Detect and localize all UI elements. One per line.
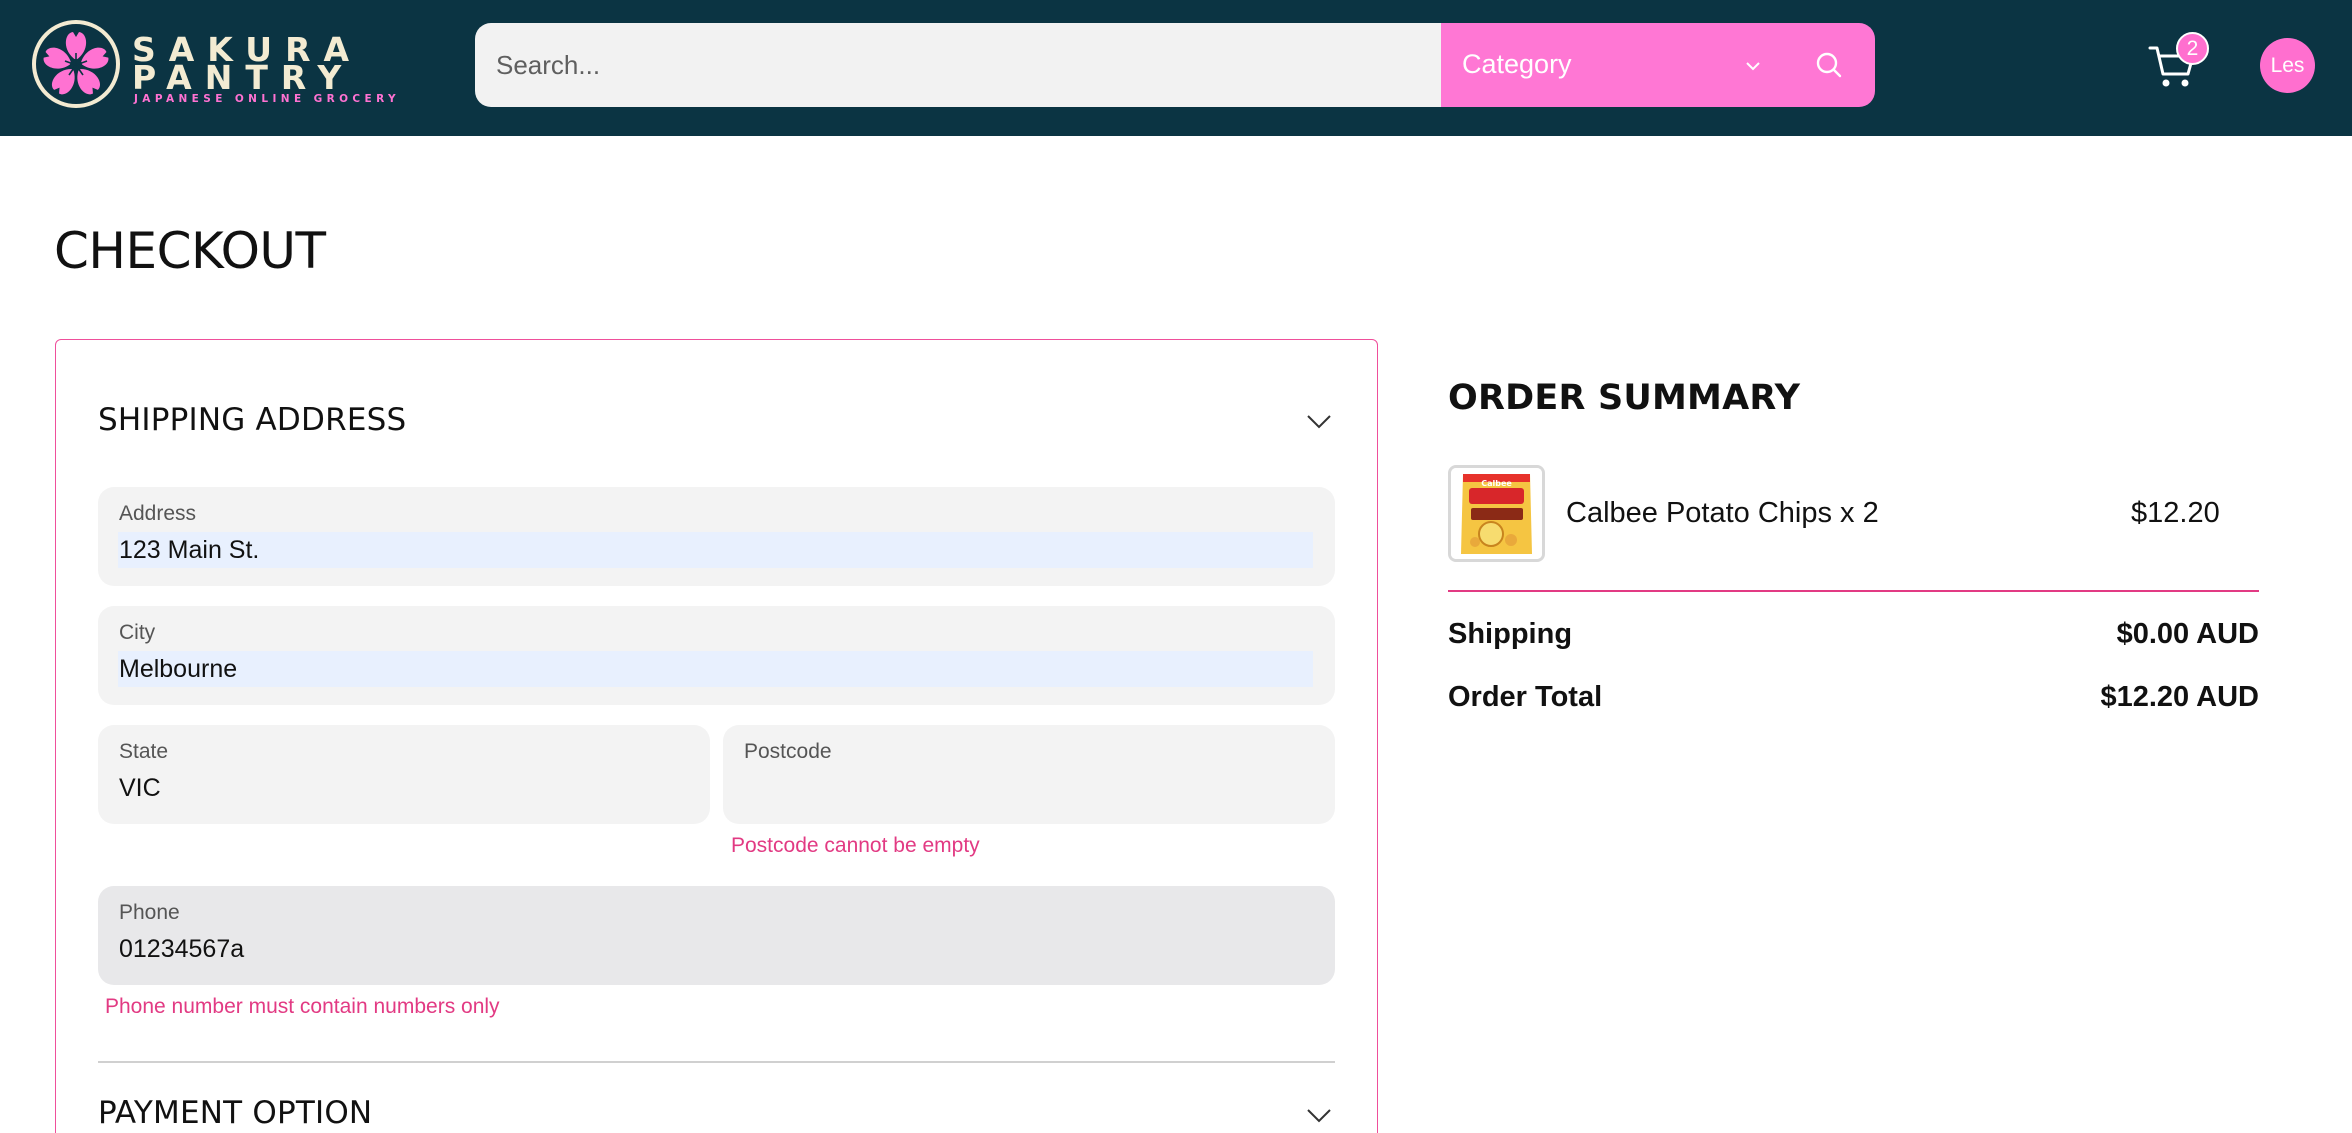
user-avatar[interactable]: Les bbox=[2260, 38, 2315, 93]
postcode-label: Postcode bbox=[744, 740, 832, 763]
checkout-form-card: SHIPPING ADDRESS Address 123 Main St. Ci… bbox=[55, 339, 1378, 1133]
product-name[interactable]: Calbee Potato Chips x 2 bbox=[1566, 497, 1879, 530]
search-icon bbox=[1816, 52, 1842, 78]
address-label: Address bbox=[119, 502, 197, 525]
state-input[interactable]: VIC bbox=[118, 770, 161, 806]
site-header: SAKURA PANTRY JAPANESE ONLINE GROCERY Ca… bbox=[0, 0, 2352, 136]
chevron-down-icon[interactable] bbox=[1304, 1100, 1334, 1130]
city-label: City bbox=[119, 621, 156, 644]
page-title: CHECKOUT bbox=[54, 222, 326, 280]
sakura-flower-icon bbox=[32, 20, 120, 108]
product-price: $12.20 bbox=[2131, 497, 2220, 529]
postcode-error: Postcode cannot be empty bbox=[731, 834, 980, 857]
search-input[interactable] bbox=[475, 23, 1441, 107]
svg-text:Calbee: Calbee bbox=[1481, 479, 1512, 488]
product-thumbnail[interactable]: Calbee bbox=[1448, 465, 1545, 562]
phone-input[interactable]: 01234567a bbox=[118, 931, 244, 967]
category-label: Category bbox=[1462, 49, 1572, 79]
order-total-value: $12.20 AUD bbox=[2100, 681, 2259, 713]
address-input[interactable]: 123 Main St. bbox=[118, 532, 1313, 568]
city-input[interactable]: Melbourne bbox=[118, 651, 1313, 687]
shipping-value: $0.00 AUD bbox=[2116, 618, 2259, 650]
state-label: State bbox=[119, 740, 169, 763]
section-divider bbox=[98, 1061, 1335, 1063]
address-field[interactable]: Address 123 Main St. bbox=[98, 487, 1335, 586]
cart-button[interactable]: 2 bbox=[2148, 28, 2222, 94]
shipping-label: Shipping bbox=[1448, 618, 1573, 650]
state-field[interactable]: State VIC bbox=[98, 725, 710, 824]
logo-name-line2: PANTRY bbox=[132, 58, 355, 97]
postcode-field[interactable]: Postcode bbox=[723, 725, 1335, 824]
postcode-input[interactable] bbox=[743, 770, 1313, 806]
order-total-label: Order Total bbox=[1448, 681, 1603, 713]
phone-label: Phone bbox=[119, 901, 180, 924]
summary-divider bbox=[1448, 590, 2259, 592]
calbee-chips-bag-image: Calbee bbox=[1451, 468, 1542, 559]
search-bar: Category bbox=[475, 23, 1875, 107]
chevron-down-icon bbox=[1746, 62, 1760, 71]
category-dropdown[interactable]: Category bbox=[1441, 23, 1875, 107]
cart-count-badge: 2 bbox=[2176, 32, 2209, 65]
order-summary-title: ORDER SUMMARY bbox=[1448, 378, 1801, 418]
logo-tagline: JAPANESE ONLINE GROCERY bbox=[134, 93, 400, 105]
shipping-address-heading[interactable]: SHIPPING ADDRESS bbox=[98, 402, 406, 438]
phone-error: Phone number must contain numbers only bbox=[105, 995, 500, 1018]
payment-option-heading[interactable]: PAYMENT OPTION bbox=[98, 1095, 372, 1131]
phone-field[interactable]: Phone 01234567a bbox=[98, 886, 1335, 985]
search-button[interactable] bbox=[1783, 23, 1875, 107]
chevron-down-icon[interactable] bbox=[1304, 406, 1334, 436]
sakura-pantry-logo[interactable]: SAKURA PANTRY JAPANESE ONLINE GROCERY bbox=[31, 19, 401, 111]
city-field[interactable]: City Melbourne bbox=[98, 606, 1335, 705]
